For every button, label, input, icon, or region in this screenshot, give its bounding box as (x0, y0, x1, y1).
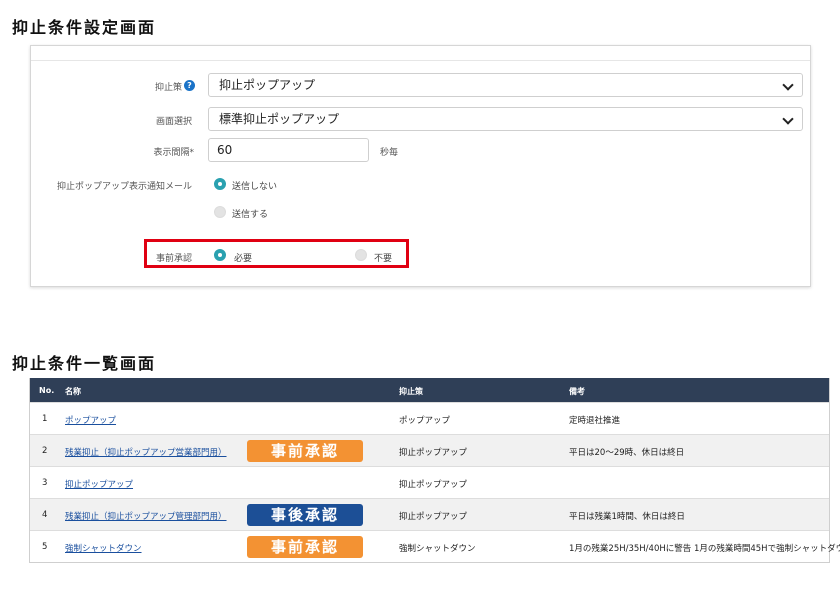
row-name-link[interactable]: 残業抑止（抑止ポップアップ管理部門用） (65, 510, 227, 522)
row-name-link[interactable]: ポップアップ (65, 414, 116, 426)
header-name: 名称 (65, 387, 81, 396)
mail-label: 抑止ポップアップ表示通知メール (56, 182, 192, 192)
row-name-link[interactable]: 強制シャットダウン (65, 542, 142, 554)
post-approval-badge: 事後承認 (247, 504, 363, 526)
help-icon[interactable]: ? (184, 80, 195, 91)
row-policy: 強制シャットダウン (399, 544, 476, 554)
row-no: 2 (42, 446, 48, 456)
suppression-select[interactable]: 抑止ポップアップ (208, 73, 803, 97)
row-note: 定時退社推進 (569, 416, 621, 426)
mail-option-no-send: 送信しない (232, 182, 278, 192)
mail-radio-no-send[interactable] (214, 178, 226, 190)
row-policy: 抑止ポップアップ (399, 512, 468, 522)
mail-option-send: 送信する (232, 210, 269, 220)
list-section-title: 抑止条件一覧画面 (12, 354, 157, 373)
table-row[interactable]: 1 ポップアップ ポップアップ 定時退社推進 (30, 402, 829, 434)
table-header: No. 名称 抑止策 備考 (30, 378, 829, 402)
suppression-label: 抑止策 (154, 83, 182, 93)
table-row[interactable]: 5 強制シャットダウン 事前承認 強制シャットダウン 1月の残業25H/35H/… (30, 530, 840, 562)
conditions-table: No. 名称 抑止策 備考 1 ポップアップ ポップアップ 定時退社推進 2 残… (29, 378, 840, 563)
panel-divider (31, 60, 810, 61)
table-row[interactable]: 4 残業抑止（抑止ポップアップ管理部門用） 事後承認 抑止ポップアップ 平日は残… (30, 498, 829, 530)
row-no: 4 (42, 510, 48, 520)
screen-select[interactable]: 標準抑止ポップアップ (208, 107, 803, 131)
table-row[interactable]: 2 残業抑止（抑止ポップアップ営業部門用） 事前承認 抑止ポップアップ 平日は2… (30, 434, 829, 466)
header-note: 備考 (569, 387, 585, 396)
screen-select-value: 標準抑止ポップアップ (219, 112, 340, 126)
row-note: 1月の残業25H/35H/40Hに警告 1月の残業時間45Hで強制シャットダウン (569, 544, 840, 554)
table-row[interactable]: 3 抑止ポップアップ 抑止ポップアップ (30, 466, 829, 498)
header-policy: 抑止策 (399, 387, 423, 396)
pre-approval-badge: 事前承認 (247, 440, 363, 462)
interval-input[interactable]: 60 (208, 138, 369, 162)
screen-label: 画面選択 (155, 117, 192, 127)
row-no: 5 (42, 542, 48, 552)
row-policy: 抑止ポップアップ (399, 480, 468, 490)
mail-radio-send[interactable] (214, 206, 226, 218)
pre-approval-badge: 事前承認 (247, 536, 363, 558)
row-note: 平日は残業1時間、休日は終日 (569, 512, 685, 522)
row-name-link[interactable]: 残業抑止（抑止ポップアップ営業部門用） (65, 446, 227, 458)
row-note: 平日は20〜29時、休日は終日 (569, 448, 685, 458)
interval-unit: 秒毎 (380, 148, 399, 158)
row-no: 1 (42, 414, 48, 424)
chevron-down-icon (782, 79, 794, 91)
interval-label: 表示間隔* (153, 148, 194, 158)
row-no: 3 (42, 478, 48, 488)
row-name-link[interactable]: 抑止ポップアップ (65, 478, 133, 490)
approval-highlight-box (144, 239, 409, 268)
row-policy: 抑止ポップアップ (399, 448, 468, 458)
header-no: No. (39, 386, 55, 395)
row-policy: ポップアップ (399, 416, 451, 426)
settings-section-title: 抑止条件設定画面 (12, 18, 157, 37)
settings-panel: 抑止策 ? 抑止ポップアップ 画面選択 標準抑止ポップアップ 表示間隔* 60 … (30, 45, 811, 287)
chevron-down-icon (782, 113, 794, 125)
suppression-select-value: 抑止ポップアップ (219, 78, 316, 92)
